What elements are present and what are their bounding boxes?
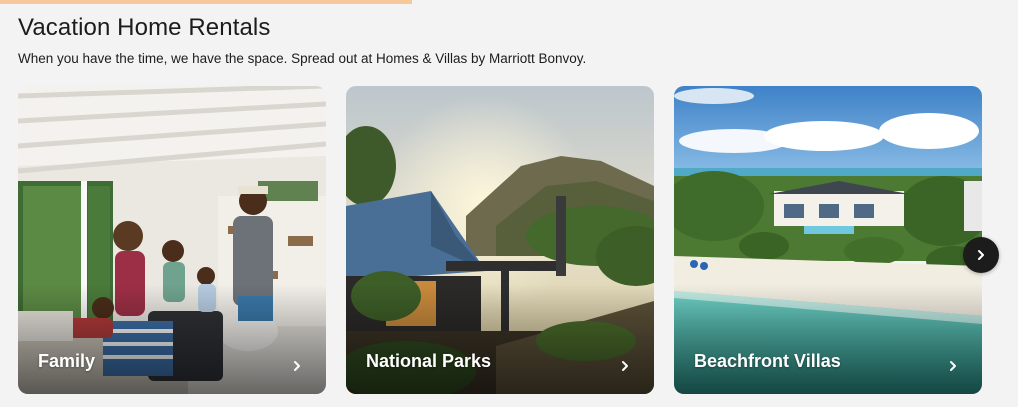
carousel-next-button[interactable]	[963, 237, 999, 273]
category-card-beachfront-villas[interactable]: Beachfront Villas	[674, 86, 982, 394]
card-label-family: Family	[38, 351, 96, 371]
page-subtitle: When you have the time, we have the spac…	[18, 51, 587, 66]
chevron-right-icon	[950, 361, 956, 371]
card-overlay	[18, 284, 326, 394]
category-card-family[interactable]: Family	[18, 86, 326, 394]
card-label-national-parks: National Parks	[366, 351, 492, 371]
card-label-beachfront-villas: Beachfront Villas	[694, 351, 841, 371]
chevron-right-icon	[622, 361, 628, 371]
category-card-national-parks[interactable]: National Parks	[346, 86, 654, 394]
category-carousel: Family National Parks Beachfront Villas	[18, 86, 1018, 396]
card-overlay	[674, 284, 982, 394]
chevron-right-icon	[294, 361, 300, 371]
page-title: Vacation Home Rentals	[18, 14, 271, 41]
top-accent-bar	[0, 0, 412, 4]
chevron-right-icon	[978, 250, 984, 260]
card-overlay	[346, 284, 654, 394]
